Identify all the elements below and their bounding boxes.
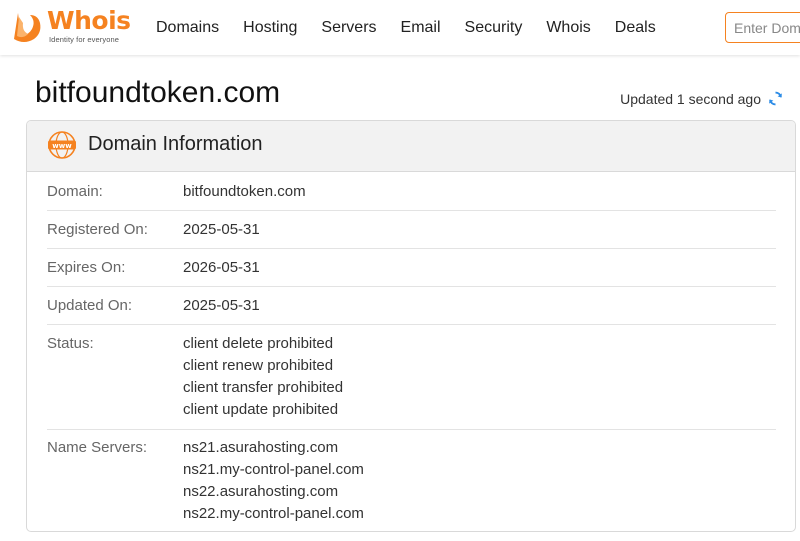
card-title: Domain Information <box>88 133 263 155</box>
row-divider <box>47 248 776 249</box>
top-navigation-bar: Whois Identity for everyone Domains Host… <box>0 0 800 55</box>
status-value: client transfer prohibited <box>183 379 344 396</box>
updated-text: Updated 1 second ago <box>620 90 761 107</box>
nav-email[interactable]: Email <box>401 19 441 37</box>
row-divider <box>47 210 776 211</box>
name-server-value: ns22.my-control-panel.com <box>183 505 364 522</box>
refresh-icon[interactable] <box>767 90 784 107</box>
row-label: Expires On: <box>47 259 126 276</box>
nav-servers[interactable]: Servers <box>321 19 376 37</box>
page-title: bitfoundtoken.com <box>35 76 281 109</box>
status-value: client renew prohibited <box>183 357 334 374</box>
row-label: Updated On: <box>47 297 133 314</box>
www-globe-icon: www <box>48 131 76 159</box>
row-label: Registered On: <box>47 221 148 238</box>
status-value: client update prohibited <box>183 401 339 418</box>
name-server-value: ns21.asurahosting.com <box>183 439 339 456</box>
logo-wordmark: Whois <box>47 6 131 35</box>
row-value: 2025-05-31 <box>183 221 260 238</box>
whois-logo[interactable]: Whois Identity for everyone <box>10 6 135 49</box>
row-value: 2026-05-31 <box>183 259 260 276</box>
nav-hosting[interactable]: Hosting <box>243 19 297 37</box>
row-label: Domain: <box>47 183 103 200</box>
row-label: Status: <box>47 335 94 352</box>
nav-security[interactable]: Security <box>465 19 523 37</box>
main-nav: Domains Hosting Servers Email Security W… <box>156 0 680 55</box>
row-divider <box>47 324 776 325</box>
row-value: bitfoundtoken.com <box>183 183 306 200</box>
row-label: Name Servers: <box>47 439 148 456</box>
nav-domains[interactable]: Domains <box>156 19 219 37</box>
search-input[interactable] <box>725 12 800 43</box>
logo-mark-icon <box>14 13 41 42</box>
card-header: www Domain Information <box>27 121 795 172</box>
updated-status: Updated 1 second ago <box>620 90 784 107</box>
domain-information-card: www Domain Information Domain: bitfoundt… <box>26 120 796 532</box>
status-value: client delete prohibited <box>183 335 334 352</box>
nav-whois[interactable]: Whois <box>546 19 590 37</box>
row-divider <box>47 286 776 287</box>
name-server-value: ns22.asurahosting.com <box>183 483 339 500</box>
nav-deals[interactable]: Deals <box>615 19 656 37</box>
logo-tagline: Identity for everyone <box>49 35 120 44</box>
row-value: 2025-05-31 <box>183 297 260 314</box>
row-divider <box>47 429 776 430</box>
www-icon-text: www <box>52 142 72 150</box>
name-server-value: ns21.my-control-panel.com <box>183 461 364 478</box>
